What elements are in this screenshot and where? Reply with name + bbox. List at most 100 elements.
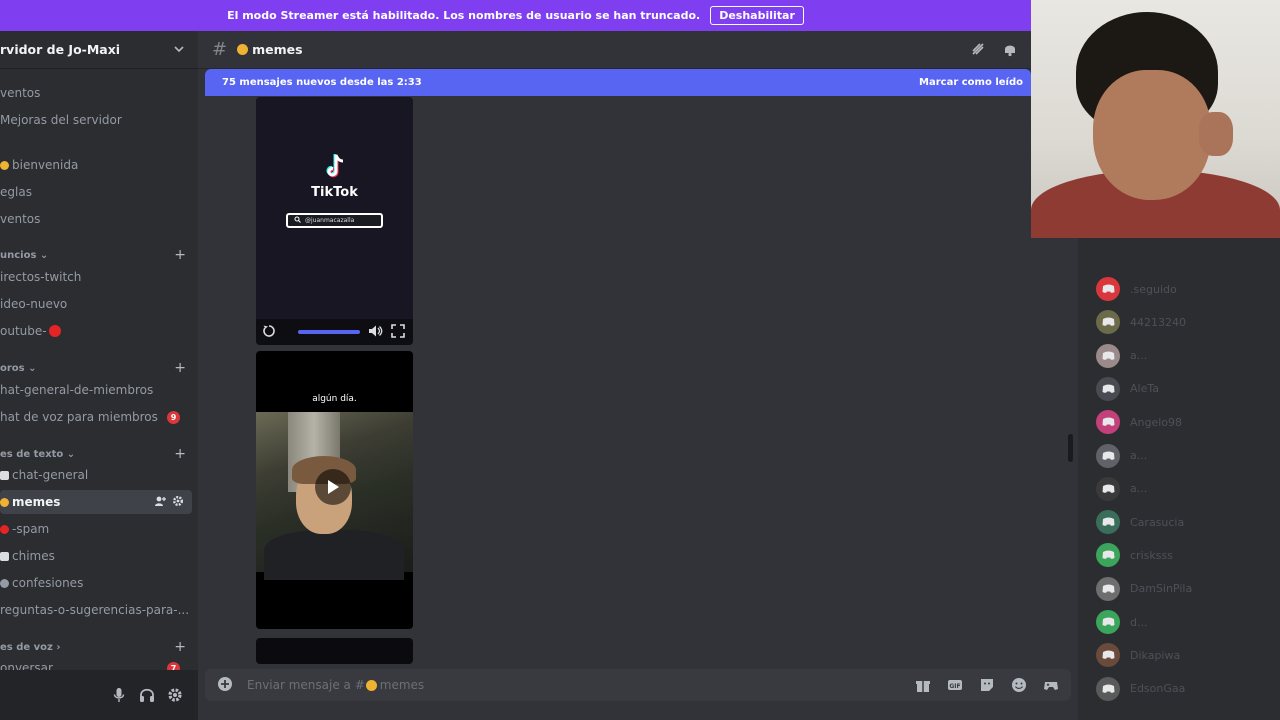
channel-label: hat-general-de-miembros <box>0 383 154 397</box>
tiktok-handle-box: @juanmacazalla <box>286 213 383 228</box>
volume-icon[interactable] <box>368 323 383 342</box>
invite-icon[interactable] <box>154 495 166 510</box>
avatar <box>1096 610 1120 634</box>
channel-label: ventos <box>0 212 41 226</box>
member-item[interactable]: EdsonGaa <box>1096 676 1185 702</box>
video-attachment[interactable]: TikTok @juanmacazalla <box>256 97 413 345</box>
category-canales-de-voz[interactable]: es de voz › + <box>0 638 192 656</box>
gift-icon[interactable] <box>915 677 931 696</box>
channel-label: bienvenida <box>12 158 79 172</box>
category-label: es de texto <box>0 448 64 460</box>
emoji-icon[interactable] <box>1011 677 1027 696</box>
channel-memes[interactable]: memes <box>0 490 192 514</box>
member-item[interactable]: Carasucia <box>1096 509 1184 535</box>
tiktok-brand: TikTok <box>311 185 358 200</box>
member-name: .seguido <box>1130 282 1177 296</box>
new-messages-text: 75 mensajes nuevos desde las 2:33 <box>222 77 422 88</box>
disable-streamer-mode-button[interactable]: Deshabilitar <box>710 6 804 25</box>
chevron-down-icon: ⌄ <box>28 362 37 374</box>
person-emoji-icon <box>0 578 9 588</box>
headphones-icon[interactable] <box>138 686 156 704</box>
add-channel-icon[interactable]: + <box>174 639 186 655</box>
channel-directos-twitch[interactable]: irectos-twitch <box>0 265 192 289</box>
mark-as-read-button[interactable]: Marcar como leído <box>919 77 1023 88</box>
member-name: DamSinPila <box>1130 582 1193 596</box>
channel-chat-general[interactable]: chat-general <box>0 463 192 487</box>
member-item[interactable]: a... <box>1096 443 1147 469</box>
message-composer[interactable]: Enviar mensaje a # memes GIF <box>205 669 1071 701</box>
webcam-face <box>1093 70 1211 200</box>
sidebar-item-events[interactable]: ventos <box>0 81 192 105</box>
chevron-down-icon: ⌄ <box>66 448 76 460</box>
add-channel-icon[interactable]: + <box>174 360 186 376</box>
channel-chat-general-de-miembros[interactable]: hat-general-de-miembros <box>0 378 192 402</box>
video-attachment[interactable]: algún día. <box>256 351 413 629</box>
channel-youtube[interactable]: outube- <box>0 319 192 343</box>
channel-video-nuevo[interactable]: ideo-nuevo <box>0 292 192 316</box>
gear-icon[interactable] <box>166 686 184 704</box>
channel-confesiones[interactable]: confesiones <box>0 571 192 595</box>
member-item[interactable]: .seguido <box>1096 276 1177 302</box>
member-item[interactable]: DamSinPila <box>1096 576 1192 602</box>
member-item[interactable]: Angelo98 <box>1096 409 1182 435</box>
fullscreen-icon[interactable] <box>391 323 405 342</box>
channel-label: hat de voz para miembros <box>0 410 158 424</box>
video-attachment[interactable] <box>256 638 413 664</box>
channel-preguntas-sugerencias[interactable]: reguntas-o-sugerencias-para-... <box>0 598 192 622</box>
chat-area: # memes 75 mensajes nuevos desde las 2:3… <box>198 31 1078 720</box>
red-circle-icon <box>0 524 9 534</box>
speech-bubble-icon <box>0 470 9 480</box>
member-item[interactable]: d... <box>1096 609 1147 635</box>
volume-slider[interactable] <box>298 330 360 334</box>
gamepad-icon[interactable] <box>1043 677 1059 696</box>
sticker-icon[interactable] <box>979 677 995 696</box>
microphone-icon[interactable] <box>110 686 128 704</box>
add-channel-icon[interactable]: + <box>174 446 186 462</box>
chevron-down-icon: ⌄ <box>39 249 49 261</box>
channel-label: chimes <box>12 549 55 563</box>
gear-icon[interactable] <box>172 495 184 510</box>
member-item[interactable]: crisksss <box>1096 542 1173 568</box>
category-canales-de-texto[interactable]: es de texto ⌄ + <box>0 445 192 463</box>
member-item[interactable]: 44213240 <box>1096 309 1186 335</box>
server-header[interactable]: rvidor de Jo-Maxi <box>0 31 198 69</box>
channel-spam[interactable]: -spam <box>0 517 192 541</box>
svg-text:GIF: GIF <box>949 683 960 690</box>
category-foros[interactable]: oros ⌄ + <box>0 359 192 377</box>
channel-chimes[interactable]: chimes <box>0 544 192 568</box>
streamer-mode-banner: El modo Streamer está habilitado. Los no… <box>0 0 1031 31</box>
threads-icon[interactable] <box>970 41 986 61</box>
add-attachment-icon[interactable] <box>217 676 233 695</box>
channel-eventos[interactable]: ventos <box>0 207 192 231</box>
webcam-hand <box>1199 112 1233 156</box>
member-item[interactable]: a... <box>1096 476 1147 502</box>
video-caption: algún día. <box>312 394 357 404</box>
category-label: es de voz <box>0 641 53 653</box>
channel-chat-de-voz-miembros[interactable]: hat de voz para miembros 9 <box>0 405 192 429</box>
member-name: a... <box>1130 349 1148 363</box>
thumbnail-shirt <box>264 530 404 580</box>
tiktok-handle: @juanmacazalla <box>305 217 355 224</box>
channel-reglas[interactable]: eglas <box>0 180 192 204</box>
scrollbar[interactable] <box>1068 434 1073 462</box>
member-item[interactable]: a... <box>1096 343 1147 369</box>
member-item[interactable]: AleTa <box>1096 376 1159 402</box>
channel-label: eglas <box>0 185 32 199</box>
channel-label: -spam <box>12 522 50 536</box>
member-item[interactable]: Dikapiwa <box>1096 642 1180 668</box>
sidebar-item-label: ventos <box>0 86 41 100</box>
channel-bienvenida[interactable]: bienvenida <box>0 153 192 177</box>
channel-label: outube- <box>0 324 47 338</box>
gif-icon[interactable]: GIF <box>947 677 963 696</box>
add-channel-icon[interactable]: + <box>174 247 186 263</box>
bell-icon[interactable] <box>1002 41 1018 61</box>
channel-label: confesiones <box>12 576 84 590</box>
sidebar-item-server-boosts[interactable]: Mejoras del servidor <box>0 108 192 132</box>
member-name: Angelo98 <box>1130 415 1183 429</box>
play-icon[interactable] <box>315 469 351 505</box>
category-anuncios[interactable]: uncios ⌄ + <box>0 246 192 264</box>
avatar <box>1096 343 1120 368</box>
new-messages-bar[interactable]: 75 mensajes nuevos desde las 2:33 Marcar… <box>205 69 1031 96</box>
chevron-down-icon <box>172 43 186 57</box>
replay-icon[interactable] <box>262 323 276 342</box>
